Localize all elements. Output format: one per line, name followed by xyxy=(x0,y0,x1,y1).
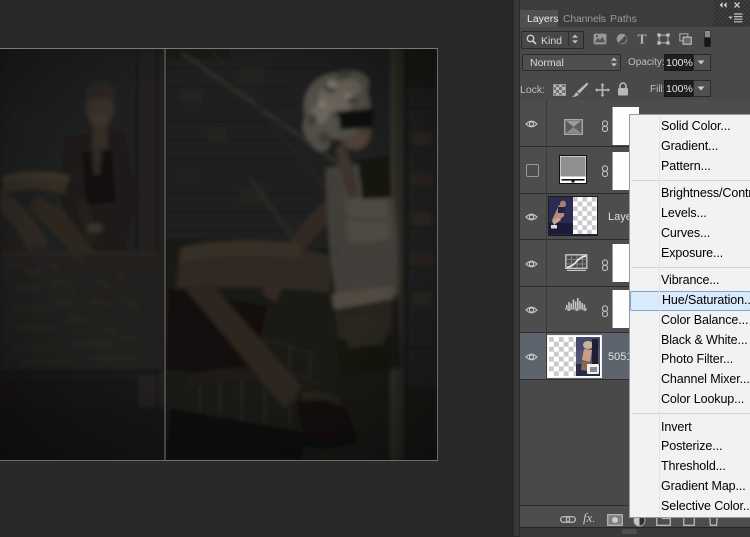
svg-text:T: T xyxy=(637,32,646,45)
